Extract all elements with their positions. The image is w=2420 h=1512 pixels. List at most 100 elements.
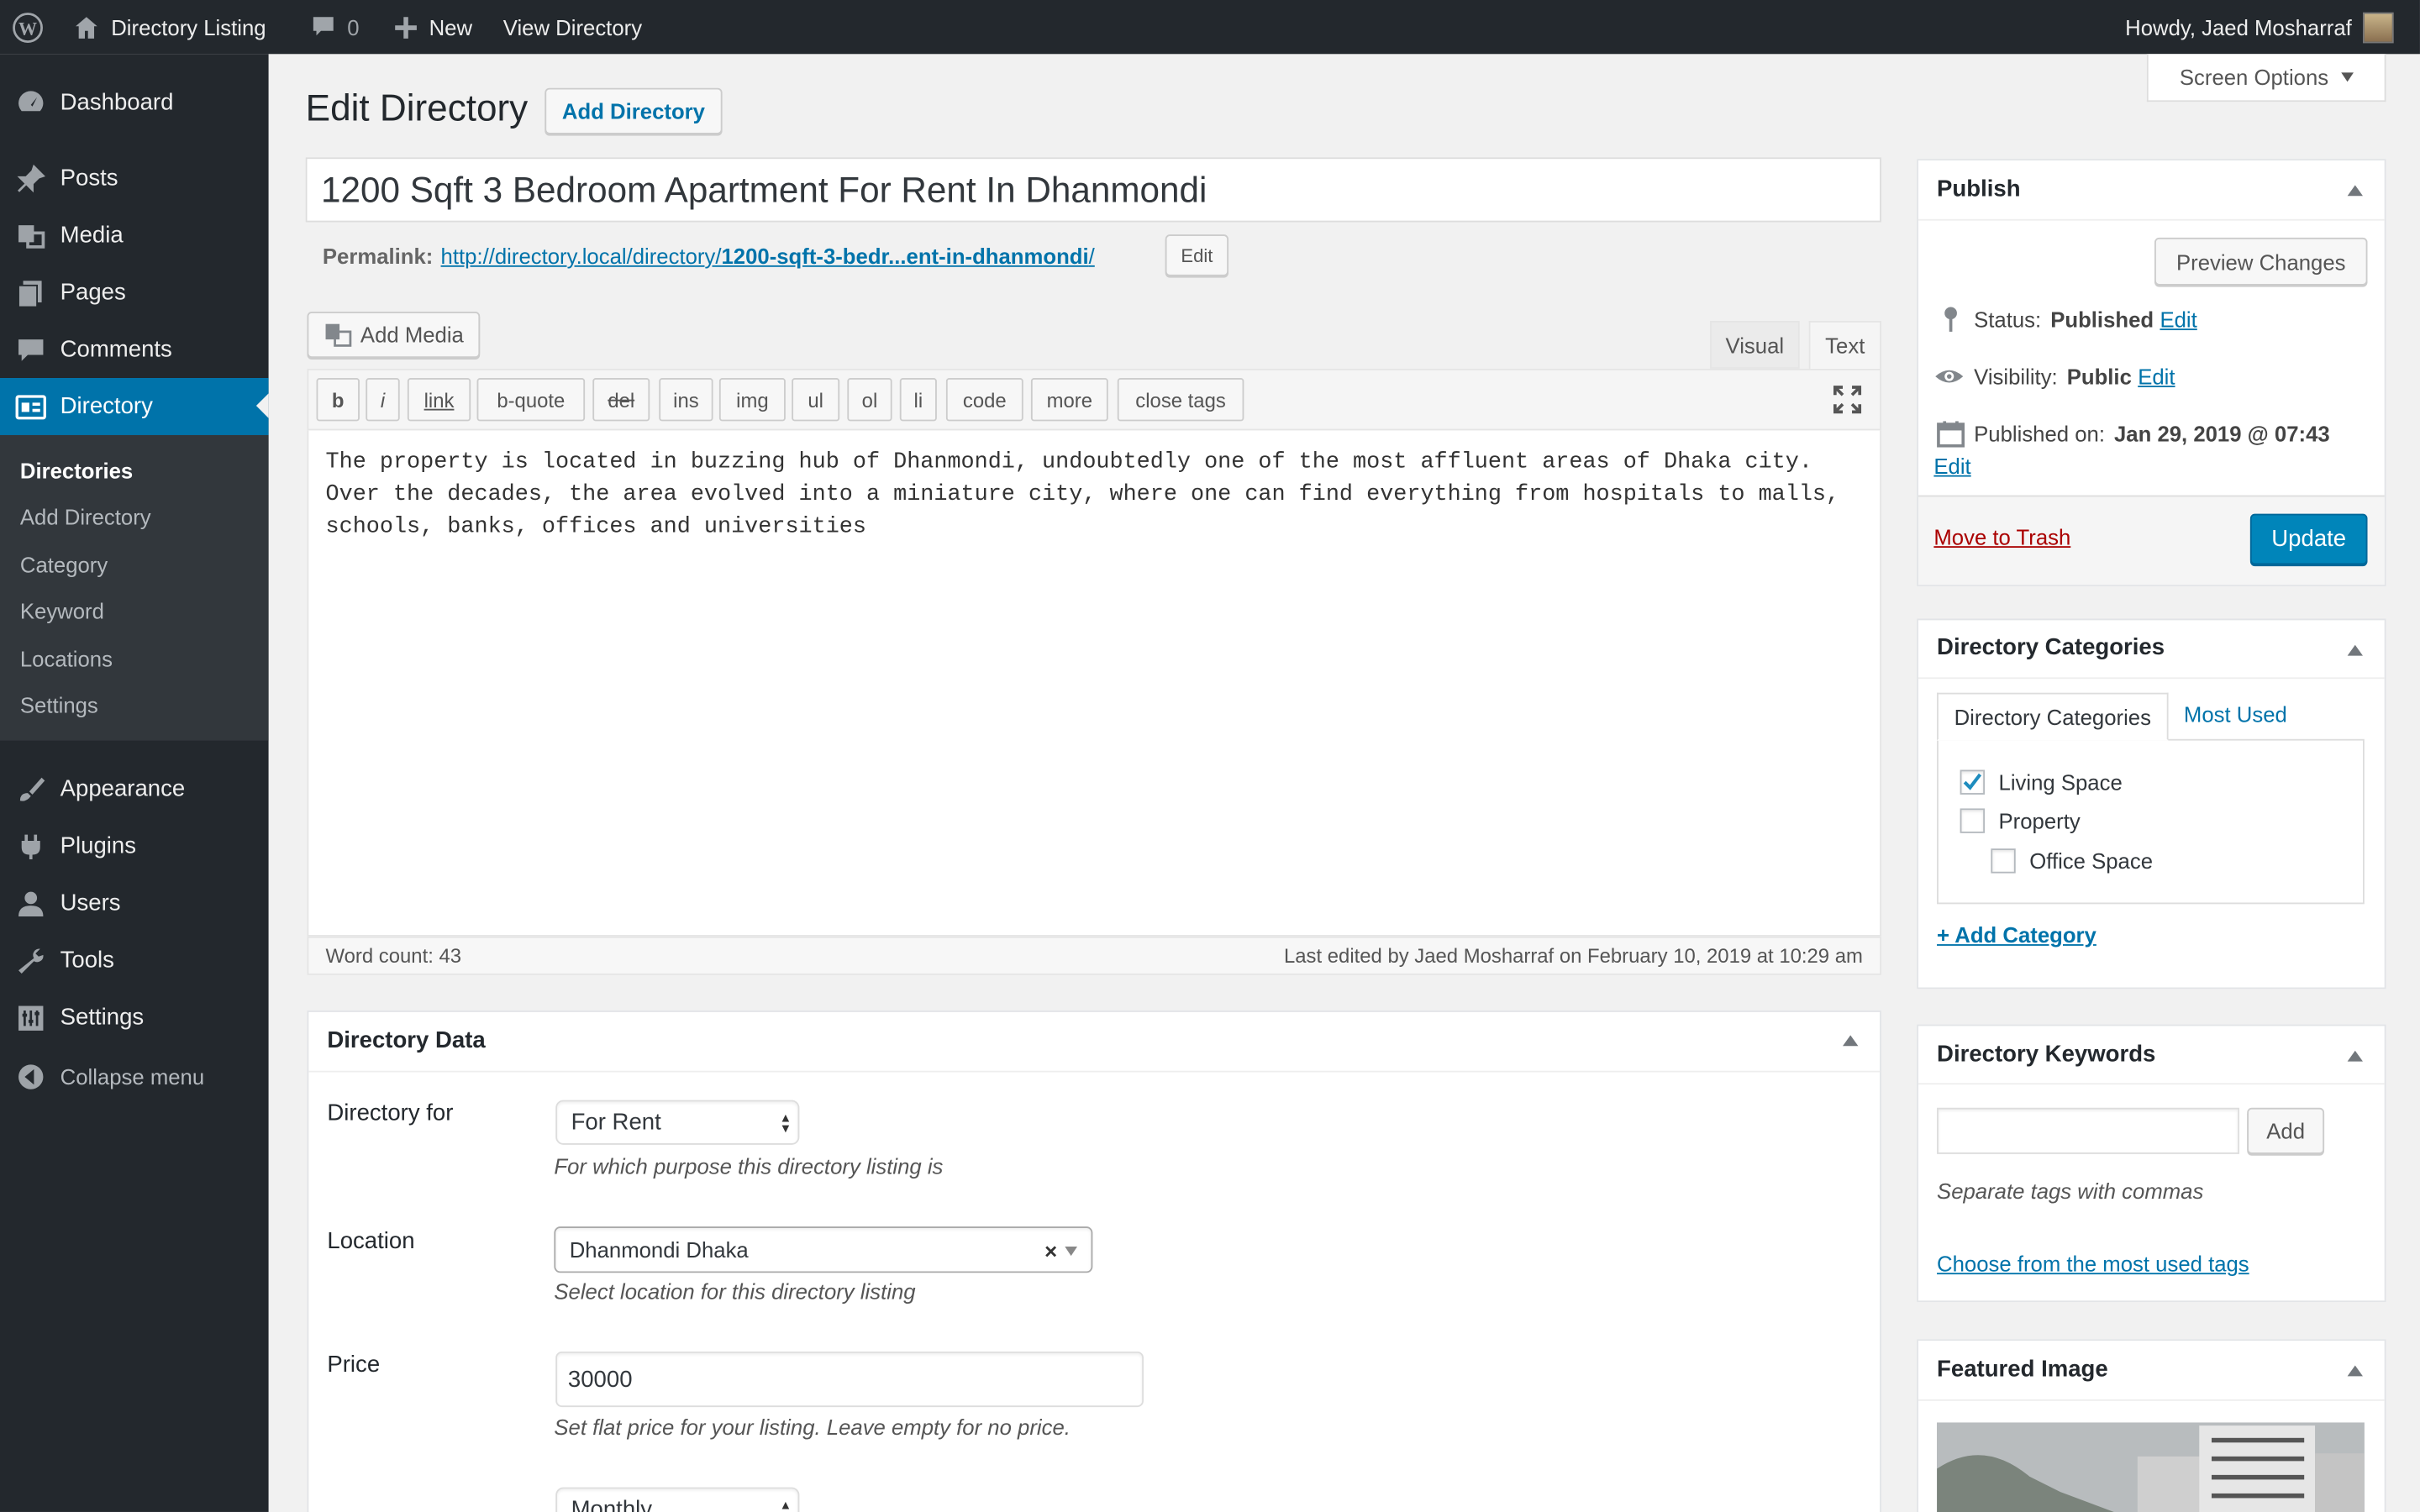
sidebar-item-plugins[interactable]: Plugins	[0, 817, 269, 874]
pages-icon	[15, 278, 46, 309]
sidebar-item-directory[interactable]: Directory	[0, 377, 269, 435]
status-edit-link[interactable]: Edit	[2160, 307, 2196, 332]
submenu-item-settings[interactable]: Settings	[20, 693, 98, 717]
category-label: Office Space	[2029, 848, 2154, 874]
quicktag-b-quote-button[interactable]: b-quote	[476, 377, 586, 422]
content-textarea[interactable]: The property is located in buzzing hub o…	[307, 430, 1881, 937]
directory-for-label: Directory for	[327, 1100, 454, 1126]
quicktag-code-button[interactable]: code	[945, 377, 1023, 422]
permalink-edit-button[interactable]: Edit	[1165, 234, 1229, 276]
category-label: Living Space	[1998, 769, 2123, 795]
sidebar-item-pages[interactable]: Pages	[0, 264, 269, 321]
publish-title: Publish	[1937, 176, 2021, 202]
clear-icon[interactable]: ×	[1044, 1239, 1057, 1263]
avatar	[2362, 11, 2394, 43]
last-edited: Last edited by Jaed Mosharraf on Februar…	[1283, 944, 1863, 968]
quicktag-img-button[interactable]: img	[718, 377, 786, 422]
location-select[interactable]: Dhanmondi Dhaka ×	[554, 1226, 1093, 1273]
sidebar-item-dashboard[interactable]: Dashboard	[0, 74, 269, 131]
published-on-row: Published on: Jan 29, 2019 @ 07:43	[1937, 420, 2330, 448]
title-input[interactable]: 1200 Sqft 3 Bedroom Apartment For Rent I…	[305, 157, 1881, 223]
sidebar-item-label: Users	[60, 890, 121, 916]
add-keyword-button[interactable]: Add	[2247, 1107, 2325, 1154]
move-to-trash-link[interactable]: Move to Trash	[1933, 524, 2070, 549]
visibility-edit-link[interactable]: Edit	[2138, 364, 2175, 388]
category-checkbox[interactable]	[1960, 808, 1985, 833]
sidebar-item-label: Tools	[60, 947, 114, 974]
preview-changes-button[interactable]: Preview Changes	[2154, 237, 2368, 286]
submenu-item-category[interactable]: Category	[20, 553, 108, 577]
toggle-featured-icon[interactable]	[2347, 1365, 2363, 1377]
status-row: Status: Published Edit	[1937, 306, 2197, 333]
add-media-button[interactable]: Add Media	[307, 312, 481, 359]
account-menu[interactable]: Howdy, Jaed Mosharraf	[2125, 0, 2394, 54]
quicktag-more-button[interactable]: more	[1030, 377, 1108, 422]
screen-options-button[interactable]: Screen Options	[2146, 54, 2386, 102]
quicktag-li-button[interactable]: li	[899, 377, 937, 422]
sidebar-item-settings[interactable]: Settings	[0, 989, 269, 1046]
site-name-link[interactable]: Directory Listing	[72, 0, 266, 54]
sidebar-item-users[interactable]: Users	[0, 874, 269, 932]
choose-tags-link[interactable]: Choose from the most used tags	[1937, 1252, 2249, 1276]
sidebar-item-tools[interactable]: Tools	[0, 932, 269, 989]
comments-link[interactable]: 0	[310, 0, 360, 54]
sidebar-item-media[interactable]: Media	[0, 207, 269, 264]
published-label: Published on:	[1974, 421, 2105, 446]
submenu-item-add-directory[interactable]: Add Directory	[20, 505, 151, 529]
sidebar-item-appearance[interactable]: Appearance	[0, 760, 269, 817]
quicktag-ol-button[interactable]: ol	[847, 377, 892, 422]
keyword-input[interactable]	[1937, 1107, 2240, 1154]
screen-options-label: Screen Options	[2179, 65, 2329, 90]
add-category-link[interactable]: + Add Category	[1937, 922, 2096, 947]
category-checkbox[interactable]	[1960, 769, 1985, 795]
category-checkbox[interactable]	[1991, 848, 2016, 874]
tab-visual[interactable]: Visual	[1710, 321, 1800, 369]
visibility-row: Visibility: Public Edit	[1933, 363, 2175, 391]
directory-for-select[interactable]: For Rent ▲ ▼	[555, 1100, 800, 1145]
toggle-categories-icon[interactable]	[2347, 644, 2363, 656]
toggle-publish-icon[interactable]	[2347, 185, 2363, 197]
toggle-keywords-icon[interactable]	[2347, 1050, 2363, 1062]
pin-icon	[1944, 307, 1957, 332]
media-icon	[15, 221, 46, 252]
tab-most-used[interactable]: Most Used	[2184, 702, 2287, 727]
quicktag-ul-button[interactable]: ul	[792, 377, 840, 422]
view-directory-link[interactable]: View Directory	[503, 0, 642, 54]
quicktag-ins-button[interactable]: ins	[659, 377, 713, 422]
submenu-item-directories[interactable]: Directories	[20, 458, 133, 482]
location-label: Location	[327, 1228, 415, 1255]
categories-header-line	[1918, 677, 2385, 680]
quicktag-close-tags-button[interactable]: close tags	[1117, 377, 1244, 422]
tab-all-categories[interactable]: Directory Categories	[1937, 692, 2169, 741]
checkmark-icon	[1963, 773, 1982, 790]
sidebar-item-comments[interactable]: Comments	[0, 321, 269, 378]
editor-status-bar: Word count: 43 Last edited by Jaed Mosha…	[307, 936, 1881, 975]
submenu-item-locations[interactable]: Locations	[20, 647, 113, 671]
published-edit-link[interactable]: Edit	[1933, 454, 1970, 478]
keywords-hint: Separate tags with commas	[1937, 1179, 2204, 1204]
permalink-link[interactable]: http://directory.local/directory/1200-sq…	[441, 244, 1095, 268]
categories-title: Directory Categories	[1937, 633, 2165, 661]
quicktag-i-button[interactable]: i	[366, 377, 400, 422]
comments-count: 0	[347, 14, 360, 39]
update-button[interactable]: Update	[2249, 513, 2368, 565]
sidebar-item-label: Plugins	[60, 832, 137, 860]
new-content-link[interactable]: New	[393, 0, 472, 54]
quicktag-link-button[interactable]: link	[407, 377, 471, 422]
add-directory-button[interactable]: Add Directory	[544, 87, 723, 134]
sidebar-item-collapse-menu[interactable]: Collapse menu	[0, 1047, 269, 1105]
sidebar-item-label: Comments	[60, 336, 172, 363]
price-input[interactable]: 30000	[555, 1351, 1144, 1408]
wordpress-logo-icon[interactable]: W	[13, 0, 44, 54]
published-value: Jan 29, 2019 @ 07:43	[2113, 421, 2330, 446]
submenu-item-keyword[interactable]: Keyword	[20, 599, 104, 623]
quicktag-b-button[interactable]: b	[316, 377, 360, 422]
sidebar-item-posts[interactable]: Posts	[0, 150, 269, 207]
quicktag-del-button[interactable]: del	[592, 377, 650, 422]
featured-image-thumbnail[interactable]	[1937, 1422, 2365, 1512]
toggle-directory-data-icon[interactable]	[1843, 1035, 1859, 1047]
fullscreen-icon[interactable]	[1832, 384, 1863, 415]
permalink-slug: 1200-sqft-3-bedr...ent-in-dhanmondi	[721, 244, 1089, 269]
tab-text[interactable]: Text	[1808, 321, 1881, 369]
price-period-select[interactable]: Monthly ▲▼	[555, 1487, 800, 1512]
